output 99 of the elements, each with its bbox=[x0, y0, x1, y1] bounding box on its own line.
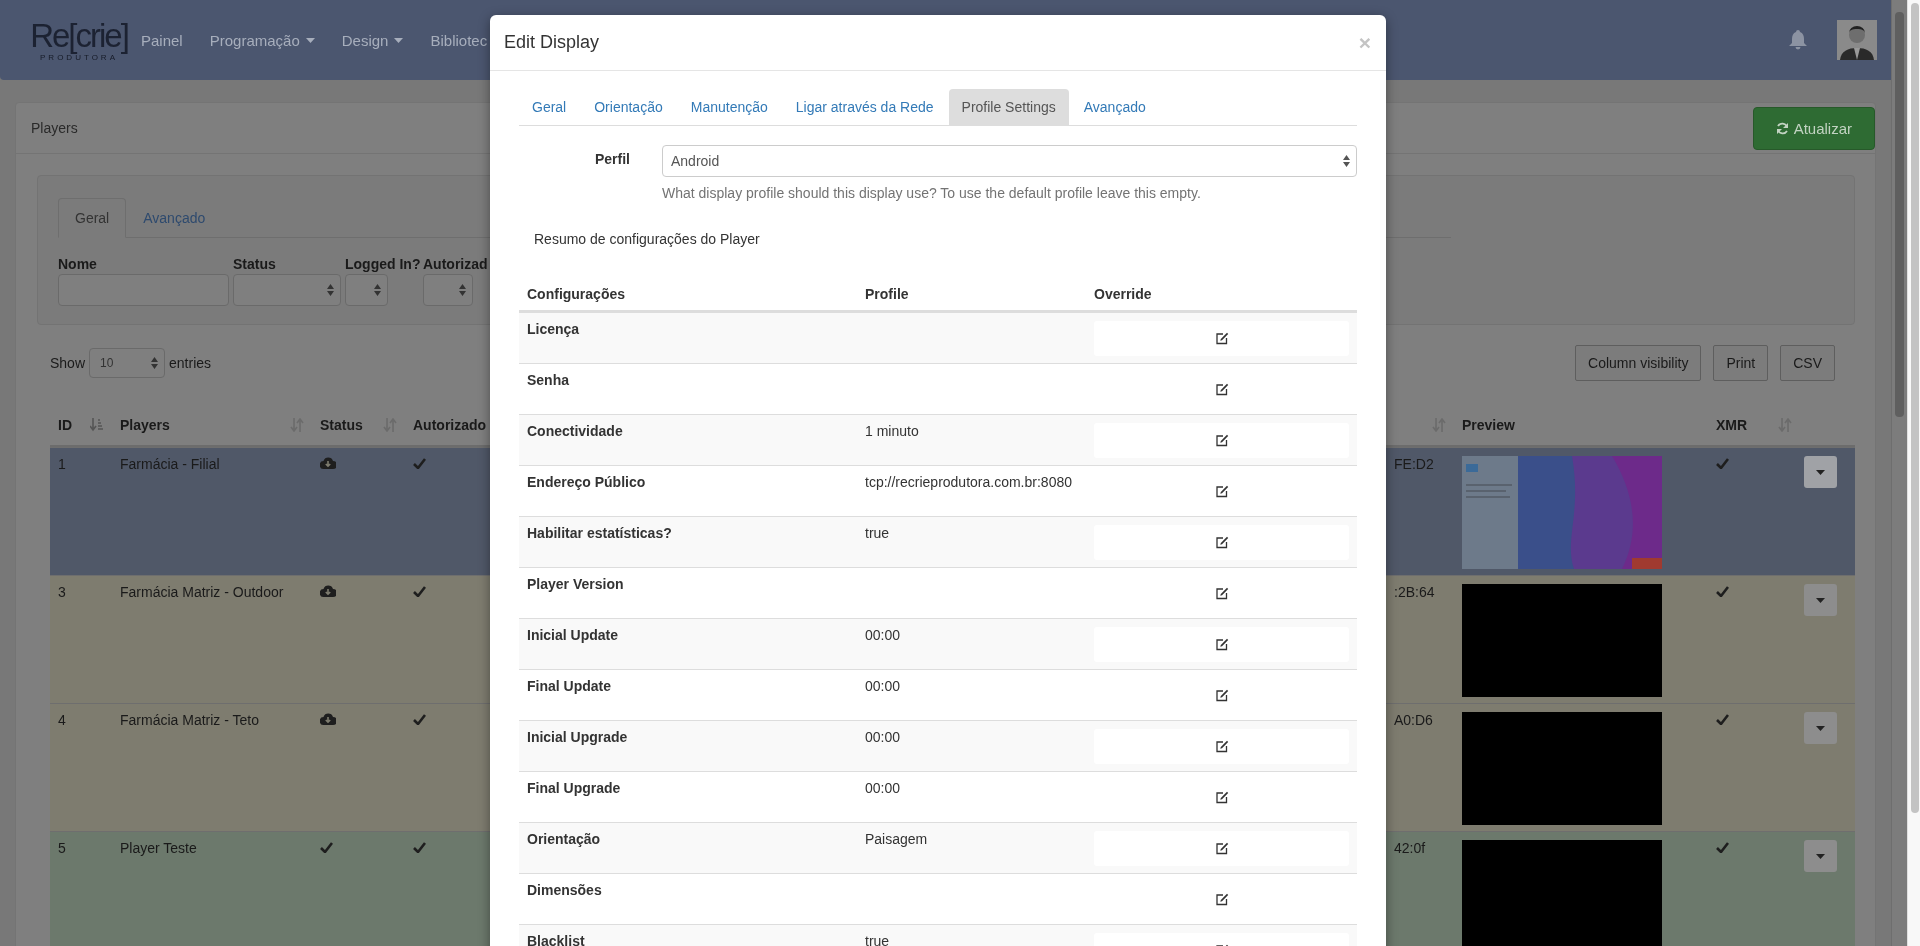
select-arrows-icon bbox=[374, 284, 381, 296]
table-cell: Farmácia - Filial bbox=[120, 456, 220, 472]
filter-label: Autorizad bbox=[423, 256, 488, 272]
select-arrows-icon bbox=[327, 284, 334, 296]
override-button[interactable] bbox=[1094, 831, 1349, 866]
override-button[interactable] bbox=[1094, 627, 1349, 662]
entries-select[interactable]: 10 bbox=[89, 348, 166, 378]
nav-item[interactable]: Design bbox=[328, 31, 418, 49]
select-field[interactable] bbox=[423, 274, 473, 306]
edit-icon bbox=[1214, 740, 1229, 753]
select-arrows-icon bbox=[151, 357, 159, 369]
caret-icon bbox=[1816, 725, 1825, 731]
table-button[interactable]: CSV bbox=[1780, 345, 1835, 381]
dialog-tab[interactable]: Avançado bbox=[1070, 89, 1159, 125]
table-cell: true bbox=[857, 924, 1086, 946]
select-arrows-icon bbox=[1343, 155, 1350, 167]
column-header: Autorizado bbox=[413, 417, 487, 433]
table-cell: 1 minuto bbox=[857, 414, 1086, 465]
edit-icon bbox=[1214, 893, 1229, 906]
edit-icon bbox=[1214, 587, 1229, 600]
setting-name: Inicial Upgrade bbox=[519, 720, 857, 771]
table-cell: :2B:64 bbox=[1394, 584, 1435, 600]
edit-icon bbox=[1214, 434, 1229, 447]
table-cell: Farmácia Matriz - Outdoor bbox=[120, 584, 284, 600]
dialog-tab[interactable]: Orientação bbox=[581, 89, 676, 125]
table-cell: true bbox=[857, 516, 1086, 567]
setting-name: Licença bbox=[519, 312, 857, 363]
column-header: Status bbox=[320, 417, 363, 433]
column-header: Players bbox=[120, 417, 170, 433]
edit-icon bbox=[1214, 791, 1229, 804]
avatar-icon[interactable] bbox=[1837, 20, 1877, 60]
setting-name: Habilitar estatísticas? bbox=[519, 516, 857, 567]
edit-icon bbox=[1214, 842, 1229, 855]
column-header: ID bbox=[58, 417, 72, 433]
nav-item[interactable]: Painel bbox=[128, 31, 197, 49]
table-cell: 00:00 bbox=[857, 618, 1086, 669]
caret-icon bbox=[1816, 597, 1825, 603]
caret-icon bbox=[1816, 469, 1825, 475]
column-header: XMR bbox=[1716, 417, 1748, 433]
table-cell: 4 bbox=[58, 712, 66, 728]
row-menu-button[interactable] bbox=[1804, 712, 1837, 744]
table-cell: FE:D2 bbox=[1394, 456, 1434, 472]
table-cell: 42:0f bbox=[1394, 840, 1426, 856]
bell-icon[interactable] bbox=[1789, 30, 1807, 50]
select-field[interactable] bbox=[233, 274, 341, 306]
edit-icon bbox=[1214, 332, 1229, 345]
show-label: Show bbox=[50, 355, 86, 371]
dialog-tab[interactable]: Ligar através da Rede bbox=[782, 89, 947, 125]
setting-name: Blacklist bbox=[519, 924, 857, 946]
table-cell: Farmácia Matriz - Teto bbox=[120, 712, 259, 728]
edit-icon bbox=[1214, 383, 1229, 396]
logo-wordmark: Re[crie] bbox=[30, 18, 128, 53]
profile-select[interactable]: Android bbox=[662, 145, 1357, 177]
refresh-button[interactable]: Atualizar bbox=[1752, 106, 1875, 150]
sort-ascending-icon[interactable] bbox=[90, 418, 104, 432]
scrollbar[interactable] bbox=[1891, 0, 1907, 946]
filter-label: Nome bbox=[58, 256, 98, 272]
profile-label: Perfil bbox=[594, 150, 631, 169]
row-menu-button[interactable] bbox=[1804, 584, 1837, 616]
dialog-tab[interactable]: Manutenção bbox=[677, 89, 781, 125]
table-cell: Player Teste bbox=[120, 840, 197, 856]
row-menu-button[interactable] bbox=[1804, 456, 1837, 488]
nav-item[interactable]: Programação bbox=[196, 31, 329, 49]
filter-tab[interactable]: Avançado bbox=[126, 198, 223, 238]
setting-name: Inicial Update bbox=[519, 618, 857, 669]
filter-label: Logged In? bbox=[345, 256, 419, 272]
caret-icon bbox=[1816, 853, 1825, 859]
select-field[interactable] bbox=[345, 274, 388, 306]
edit-icon bbox=[1214, 689, 1229, 702]
override-button[interactable] bbox=[1094, 525, 1349, 560]
table-cell: 00:00 bbox=[857, 720, 1086, 771]
setting-name: Orientação bbox=[519, 822, 857, 873]
help-text: What display profile should this display use? To use the default profile leave this empty. bbox=[662, 185, 1202, 201]
table-button[interactable]: Print bbox=[1713, 345, 1769, 381]
refresh-icon bbox=[1775, 121, 1789, 135]
table-button[interactable]: Column visibility bbox=[1575, 345, 1702, 381]
column-header: Preview bbox=[1462, 417, 1515, 433]
dialog-tab[interactable]: Geral bbox=[519, 89, 580, 125]
edit-icon bbox=[1214, 638, 1229, 651]
edit-icon bbox=[1214, 536, 1229, 549]
filter-tab[interactable]: Geral bbox=[58, 198, 127, 238]
select-arrows-icon bbox=[459, 284, 466, 296]
override-button[interactable] bbox=[1094, 423, 1349, 458]
table-cell: 1 bbox=[58, 456, 66, 472]
edit-icon bbox=[1214, 485, 1229, 498]
entries-label: entries bbox=[169, 355, 212, 371]
dialog-tab[interactable]: Profile Settings bbox=[948, 89, 1069, 125]
override-button[interactable] bbox=[1094, 321, 1349, 356]
section-title: Resumo de configurações do Player bbox=[534, 231, 761, 247]
panel-title: Players bbox=[31, 120, 78, 136]
override-button[interactable] bbox=[1094, 729, 1349, 764]
filter-label: Status bbox=[233, 256, 277, 272]
setting-name: Conectividade bbox=[519, 414, 857, 465]
table-cell: A0:D6 bbox=[1394, 712, 1433, 728]
table-cell: 3 bbox=[58, 584, 66, 600]
row-menu-button[interactable] bbox=[1804, 840, 1837, 872]
table-cell: 5 bbox=[58, 840, 66, 856]
dialog-title: Edit Display bbox=[504, 32, 600, 53]
table-cell: Paisagem bbox=[857, 822, 1086, 873]
